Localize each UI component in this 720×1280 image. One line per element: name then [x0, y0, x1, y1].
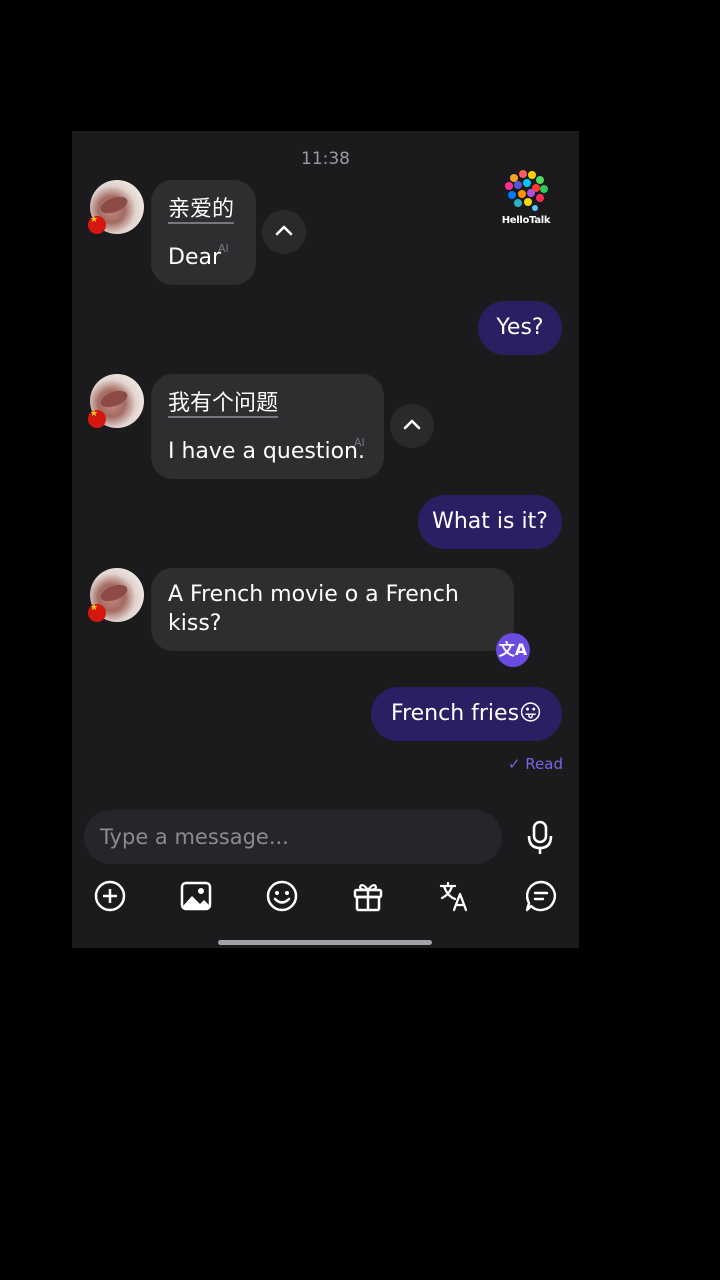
china-flag-icon	[88, 603, 106, 622]
chat-screen: 11:38 HelloTalk 亲爱的 Dear	[72, 131, 579, 948]
home-indicator[interactable]	[218, 940, 432, 945]
read-receipt: ✓ Read	[507, 755, 563, 773]
collapse-translation-button[interactable]	[390, 404, 434, 448]
message-text: What is it?	[432, 509, 548, 534]
message-bubble-outgoing[interactable]: What is it?	[418, 495, 562, 549]
ai-tag: AI	[354, 436, 365, 449]
ai-tag: AI	[218, 242, 229, 255]
china-flag-icon	[88, 409, 106, 428]
timestamp: 11:38	[301, 149, 350, 169]
translate-icon[interactable]	[438, 879, 472, 913]
message-input[interactable]: Type a message...	[84, 810, 502, 864]
china-flag-icon	[88, 215, 106, 234]
plus-icon[interactable]	[93, 879, 127, 913]
avatar[interactable]	[88, 374, 144, 428]
avatar[interactable]	[88, 180, 144, 234]
logo-text: HelloTalk	[501, 215, 551, 226]
message-text: Yes?	[496, 315, 544, 340]
message-bubble-outgoing[interactable]: French fries😛	[371, 687, 562, 741]
original-text: 亲爱的	[168, 197, 235, 222]
translated-text: I have a question.	[168, 439, 365, 464]
message-bubble-incoming[interactable]: A French movie o a French kiss?	[151, 568, 514, 651]
chevron-up-icon	[403, 419, 421, 430]
collapse-translation-button[interactable]	[262, 210, 306, 254]
message-bubble-outgoing[interactable]: Yes?	[478, 301, 562, 355]
message-text: French fries😛	[391, 701, 542, 726]
message-bubble-incoming[interactable]: 我有个问题 I have a question. AI	[151, 374, 384, 479]
microphone-icon[interactable]	[524, 820, 556, 856]
hellotalk-logo: HelloTalk	[500, 169, 552, 229]
chevron-up-icon	[275, 225, 293, 236]
gift-icon[interactable]	[351, 879, 385, 913]
emoji-icon[interactable]	[265, 879, 299, 913]
chat-icon[interactable]	[524, 879, 558, 913]
original-text: 我有个问题	[168, 391, 279, 416]
message-text-line1: A French movie o a French	[168, 582, 459, 607]
image-icon[interactable]	[179, 879, 213, 913]
message-text-line2: kiss?	[168, 611, 222, 636]
avatar[interactable]	[88, 568, 144, 622]
translated-text: Dear	[168, 245, 222, 270]
message-bubble-incoming[interactable]: 亲爱的 Dear AI	[151, 180, 256, 285]
translate-message-button[interactable]: 文A	[496, 633, 530, 667]
composer-toolbar	[72, 879, 579, 915]
translate-icon: 文A	[498, 640, 528, 659]
